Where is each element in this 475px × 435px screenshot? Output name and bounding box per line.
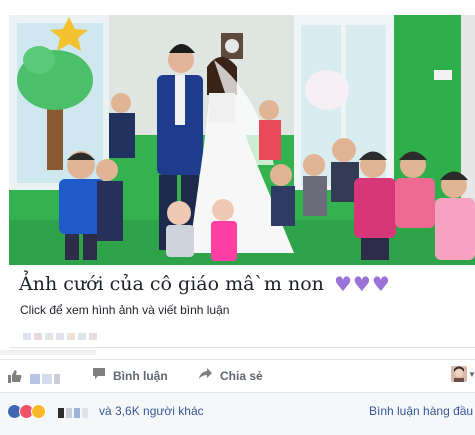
comment-button[interactable]: Bình luận — [92, 360, 168, 392]
wedding-photo-image — [9, 15, 475, 265]
purple-heart-icon: ♥ — [352, 272, 371, 296]
comment-label: Bình luận — [113, 369, 168, 383]
reaction-icons[interactable] — [7, 403, 46, 419]
caption-title-text: Ảnh cưới của cô giáo mâ`m non — [19, 273, 324, 295]
caption-title: Ảnh cưới của cô giáo mâ`m non ♥♥♥ — [19, 273, 391, 295]
blurred-strip — [0, 350, 96, 355]
share-button[interactable]: Chia sẻ — [198, 360, 263, 392]
share-label: Chia sẻ — [220, 369, 263, 383]
top-comments-dropdown[interactable]: Bình luận hàng đầu — [369, 404, 473, 418]
haha-reaction-icon — [31, 403, 46, 419]
hearts-group: ♥♥♥ — [334, 273, 391, 295]
blurred-source-domain — [23, 327, 100, 340]
post-action-bar: Bình luận Chia sẻ ▼ — [0, 360, 475, 392]
caption-subtitle: Click để xem hình ảnh và viết bình luận — [20, 303, 230, 317]
blurred-reactor-name[interactable] — [58, 405, 90, 423]
post-photo[interactable] — [9, 15, 475, 265]
reactions-footer: và 3,6K người khác Bình luận hàng đầu — [0, 393, 475, 435]
purple-heart-icon: ♥ — [371, 272, 390, 296]
reactions-others-link[interactable]: và 3,6K người khác — [99, 404, 204, 418]
share-icon — [198, 367, 213, 385]
link-preview-caption[interactable]: Ảnh cưới của cô giáo mâ`m non ♥♥♥ Click … — [9, 265, 475, 348]
blurred-like-label[interactable] — [30, 371, 62, 389]
post-card: Ảnh cưới của cô giáo mâ`m non ♥♥♥ Click … — [0, 0, 475, 435]
chevron-down-icon[interactable]: ▼ — [468, 370, 475, 379]
comment-icon — [92, 367, 106, 385]
thumbs-up-icon[interactable] — [8, 369, 22, 388]
purple-heart-icon: ♥ — [333, 272, 352, 296]
avatar[interactable] — [451, 366, 467, 382]
